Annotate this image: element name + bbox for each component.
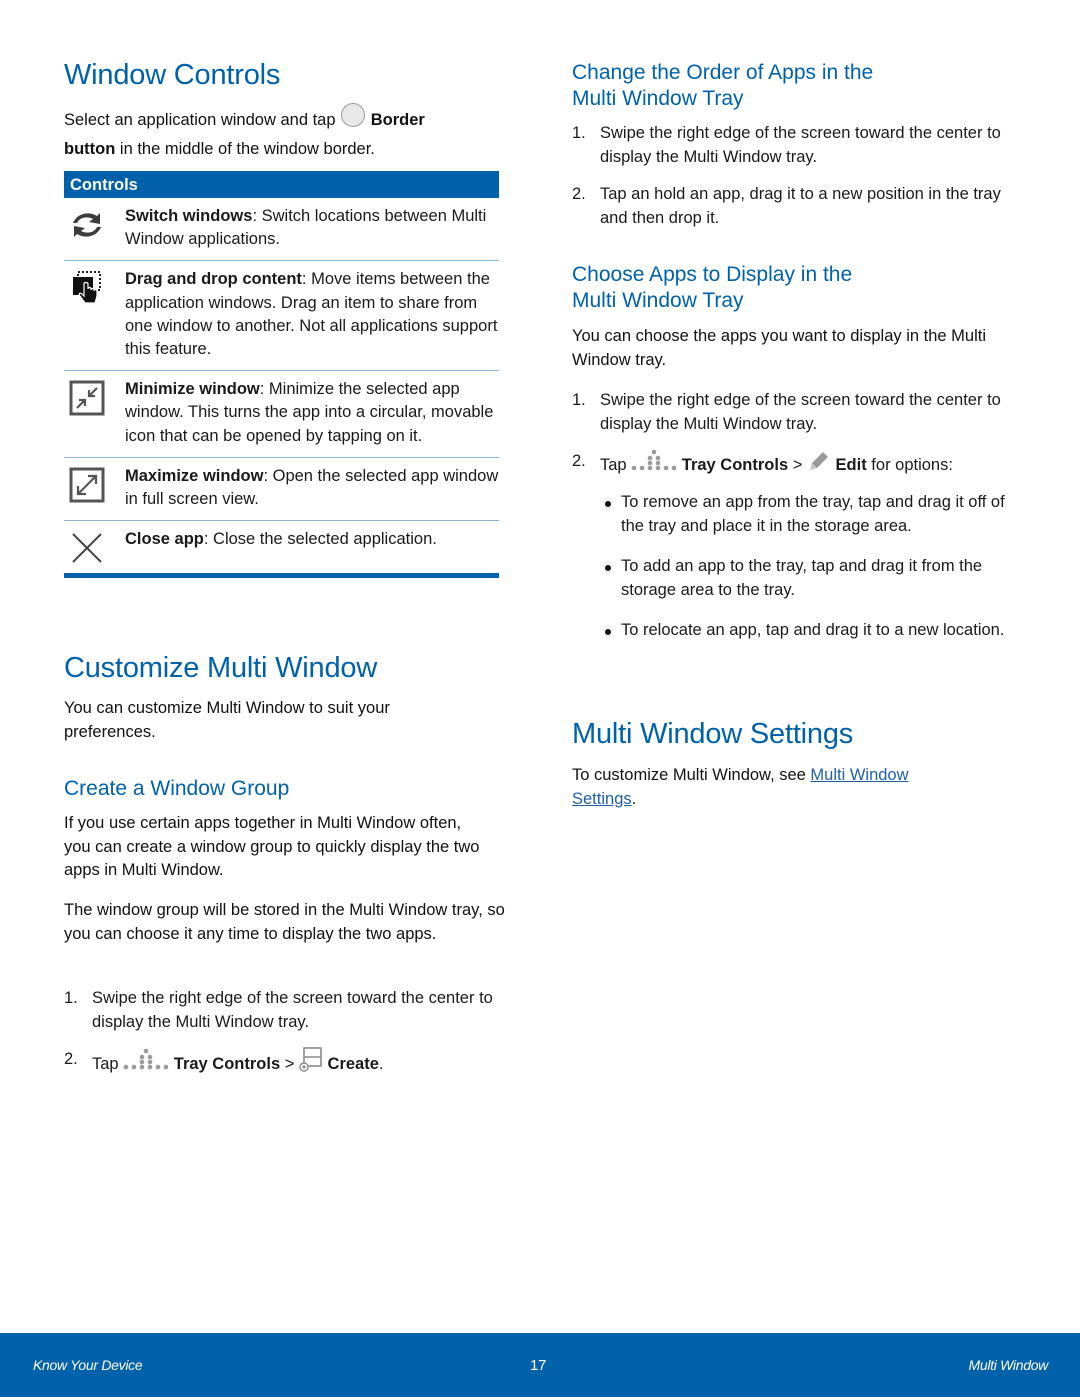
heading-line: Multi Window Tray (572, 289, 744, 312)
control-term: Close app (125, 530, 204, 549)
step-item: 1. Swipe the right edge of the screen to… (572, 122, 1012, 169)
control-term: Drag and drop content (125, 270, 302, 289)
step-number: 2. (572, 185, 586, 203)
window-controls-heading: Window Controls (64, 59, 281, 91)
tray-controls-icon (123, 1048, 169, 1078)
step-text-end: . (378, 1055, 384, 1074)
step-number: 1. (64, 989, 78, 1007)
control-row-drag-drop: Drag and drop content: Move items betwee… (64, 261, 499, 372)
control-row-maximize: Maximize window: Open the selected app w… (64, 458, 499, 522)
tray-controls-icon (631, 449, 677, 479)
step-text: Tap (600, 456, 632, 475)
tray-controls-term: Tray Controls (681, 456, 789, 475)
change-order-steps: 1. Swipe the right edge of the screen to… (572, 122, 1012, 230)
bullet-item: To relocate an app, tap and drag it to a… (572, 619, 1032, 643)
choose-apps-heading: Choose Apps to Display in the Multi Wind… (572, 262, 852, 314)
step-number: 1. (572, 124, 586, 142)
bullet-dot (605, 501, 611, 507)
customize-intro: You can customize Multi Window to suit y… (64, 699, 390, 741)
bullet-item: To remove an app from the tray, tap and … (572, 491, 1032, 538)
change-order-heading: Change the Order of Apps in the Multi Wi… (572, 60, 873, 112)
window-group-p2: The window group will be stored in the M… (64, 901, 505, 943)
bullet-text: To relocate an app, tap and drag it to a… (621, 621, 1005, 639)
step-separator: > (788, 456, 807, 475)
heading-line: Change the Order of Apps in the (572, 61, 874, 84)
step-number: 2. (64, 1050, 78, 1068)
step-separator: > (280, 1055, 299, 1074)
customize-heading: Customize Multi Window (64, 652, 378, 684)
step-number: 1. (572, 391, 586, 409)
controls-table-end-rule (64, 573, 499, 579)
bullet-item: To add an app to the tray, tap and drag … (572, 555, 1032, 602)
drag-drop-icon (69, 270, 105, 306)
bullet-dot (605, 565, 611, 571)
border-term: Border (370, 111, 425, 130)
choose-apps-steps: 1. Swipe the right edge of the screen to… (572, 389, 1032, 482)
heading-line: Multi Window Tray (572, 87, 744, 110)
create-group-icon (299, 1046, 323, 1080)
choose-apps-intro: You can choose the apps you want to disp… (572, 327, 986, 369)
step-number: 2. (572, 452, 586, 470)
switch-windows-icon (69, 207, 105, 243)
page-number: 17 (530, 1357, 547, 1374)
step-text: Tap (92, 1055, 124, 1074)
intro-text-end: in the middle of the window border. (115, 139, 375, 158)
settings-paragraph: To customize Multi Window, see Multi Win… (572, 764, 972, 811)
edit-term: Edit (835, 456, 867, 475)
settings-heading: Multi Window Settings (572, 718, 854, 750)
window-controls-intro: Select an application window and tap Bor… (64, 102, 504, 161)
step-item: 2. Tap Tray Controls > Create. (64, 1046, 504, 1082)
step-text: Swipe the right edge of the screen towar… (92, 989, 493, 1031)
button-term: button (64, 139, 116, 158)
controls-table-header: Controls (64, 171, 499, 198)
minimize-icon (69, 380, 105, 416)
control-term: Switch windows (125, 207, 253, 225)
window-group-steps: 1. Swipe the right edge of the screen to… (64, 987, 504, 1082)
step-text: Tap an hold an app, drag it to a new pos… (600, 185, 1001, 227)
window-group-heading: Create a Window Group (64, 777, 290, 800)
settings-text: To customize Multi Window, see (572, 766, 811, 784)
step-text: Swipe the right edge of the screen towar… (600, 391, 1001, 433)
intro-text: Select an application window and tap (64, 111, 341, 130)
control-row-minimize: Minimize window: Minimize the selected a… (64, 371, 499, 458)
close-icon (69, 530, 105, 566)
step-item: 2. Tap Tray Controls > Edit for options: (572, 448, 1032, 482)
edit-options-list: To remove an app from the tray, tap and … (572, 491, 1032, 643)
heading-line: Choose Apps to Display in the (572, 263, 853, 286)
bullet-text: To add an app to the tray, tap and drag … (621, 557, 983, 599)
step-item: 1. Swipe the right edge of the screen to… (64, 987, 504, 1034)
window-group-p1: If you use certain apps together in Mult… (64, 814, 480, 879)
control-desc: : Close the selected application. (203, 530, 437, 549)
controls-table: Controls Switch windows: Switch location… (64, 171, 499, 579)
footer-section: Multi Window (968, 1357, 1048, 1373)
control-term: Minimize window (125, 380, 260, 399)
footer-chapter: Know Your Device (33, 1357, 143, 1373)
create-term: Create (327, 1055, 379, 1074)
control-row-close: Close app: Close the selected applicatio… (64, 521, 499, 573)
circle-button-icon (340, 102, 366, 136)
page-footer: Know Your Device 17 Multi Window (0, 1333, 1080, 1397)
settings-text-end: . (631, 789, 637, 808)
edit-pencil-icon (807, 448, 831, 480)
bullet-dot (605, 629, 611, 635)
step-text: Swipe the right edge of the screen towar… (600, 124, 1001, 166)
step-item: 2. Tap an hold an app, drag it to a new … (572, 183, 1012, 230)
bullet-text: To remove an app from the tray, tap and … (621, 493, 1005, 535)
maximize-icon (69, 467, 105, 503)
tray-controls-term: Tray Controls (173, 1055, 281, 1074)
step-item: 1. Swipe the right edge of the screen to… (572, 389, 1032, 436)
step-text-end: for options: (866, 456, 953, 475)
control-term: Maximize window (125, 466, 264, 485)
control-row-switch-windows: Switch windows: Switch locations between… (64, 198, 499, 262)
